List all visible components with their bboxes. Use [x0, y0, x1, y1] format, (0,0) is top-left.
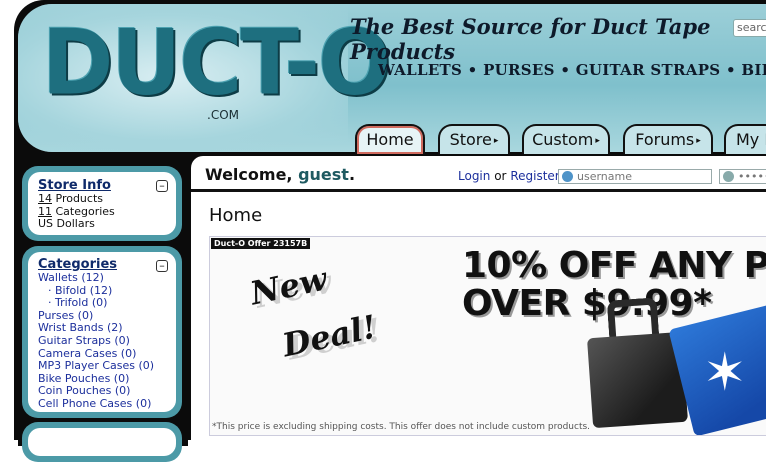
welcome-user: guest [298, 165, 349, 184]
bullet-icon: · [48, 283, 55, 297]
category-label: Bike Pouches (0) [38, 371, 130, 385]
store-info-title[interactable]: Store Info [38, 178, 166, 193]
welcome-bar: Welcome, guest. Login or Register userna… [191, 156, 766, 192]
welcome-prefix: Welcome, [205, 165, 293, 184]
category-label: Camera Cases (0) [38, 346, 137, 360]
welcome-message: Welcome, guest. [205, 165, 355, 184]
categories-count[interactable]: 11 [38, 205, 52, 218]
collapse-icon[interactable]: – [156, 260, 168, 272]
tab-forums[interactable]: Forums ▸ [623, 124, 713, 154]
tab-my-account[interactable]: My L [724, 124, 766, 154]
products-label: Products [55, 192, 104, 205]
category-label: MP3 Player Cases (0) [38, 359, 155, 373]
username-placeholder: username [577, 170, 632, 183]
tab-my-account-label: My L [736, 130, 766, 149]
or-text: or [494, 169, 507, 183]
categories-title[interactable]: Categories [38, 257, 166, 272]
promo-banner[interactable]: Duct-O Offer 23157B New Deal! 10% OFF AN… [209, 236, 766, 436]
category-label: Cell Phone Cases (0) [38, 396, 152, 410]
category-label: Trifold (0) [55, 296, 108, 310]
chevron-right-icon: ▸ [493, 135, 499, 146]
welcome-suffix: . [348, 165, 356, 184]
search-input[interactable]: searc [733, 19, 766, 37]
tab-home-label: Home [366, 130, 414, 149]
chevron-right-icon: ▸ [595, 135, 600, 146]
store-info-box: Store Info – 14 Products 11 Categories U… [22, 166, 182, 241]
offer-footnote: *This price is excluding shipping costs.… [212, 422, 591, 432]
category-label: Guitar Straps (0) [38, 333, 130, 347]
page-title: Home [209, 205, 263, 226]
category-label: Wallets (12) [38, 271, 104, 284]
category-label: Coin Pouches (0) [38, 384, 131, 398]
login-link[interactable]: Login [458, 169, 490, 183]
tab-custom-label: Custom [532, 130, 594, 149]
category-list: Wallets (12) · Bifold (12) · Trifold (0) Pu… [38, 271, 166, 411]
promo-line-1: 10% OFF ANY PRO [462, 245, 766, 286]
category-label: Bifold (12) [55, 283, 113, 297]
tab-custom[interactable]: Custom ▸ [522, 124, 610, 154]
tab-home[interactable]: Home [355, 124, 425, 154]
site-tagline: The Best Source for Duct Tape Products [350, 14, 711, 64]
lock-icon [723, 171, 734, 182]
password-placeholder: •••••• [738, 170, 766, 183]
password-field[interactable]: •••••• [719, 169, 766, 184]
category-item[interactable]: Cell Phone Cases (0) [38, 396, 166, 411]
main-content: Welcome, guest. Login or Register userna… [191, 156, 766, 446]
star-icon: ✶ [703, 343, 747, 403]
categories-label: Categories [55, 204, 115, 218]
category-label: Wrist Bands (2) [38, 321, 123, 335]
category-nav-links[interactable]: WALLETS • PURSES • GUITAR STRAPS • BIKE … [378, 61, 766, 79]
products-count[interactable]: 14 [38, 192, 52, 205]
chevron-right-icon: ▸ [696, 135, 701, 146]
offer-tag: Duct-O Offer 23157B [211, 238, 311, 249]
store-info-currency: US Dollars [38, 217, 95, 231]
next-sidebar-box [22, 422, 182, 462]
register-link[interactable]: Register [510, 169, 559, 183]
tab-forums-label: Forums [635, 130, 695, 149]
new-text: New [246, 259, 331, 313]
tab-store-label: Store [449, 130, 492, 149]
username-field[interactable]: username [558, 169, 712, 184]
site-logo[interactable]: DUCT-O [42, 18, 391, 108]
deal-text: Deal! [279, 307, 380, 365]
logo-suffix: .COM [207, 108, 239, 122]
user-icon [562, 171, 573, 182]
login-links: Login or Register [458, 169, 560, 183]
collapse-icon[interactable]: – [156, 180, 168, 192]
bullet-icon: · [48, 296, 55, 310]
category-label: Purses (0) [38, 308, 94, 322]
categories-box: Categories – Wallets (12) · Bifold (12) · … [22, 246, 182, 418]
sidebar: Store Info – 14 Products 11 Categories U… [18, 156, 188, 462]
tab-store[interactable]: Store ▸ [438, 124, 510, 154]
